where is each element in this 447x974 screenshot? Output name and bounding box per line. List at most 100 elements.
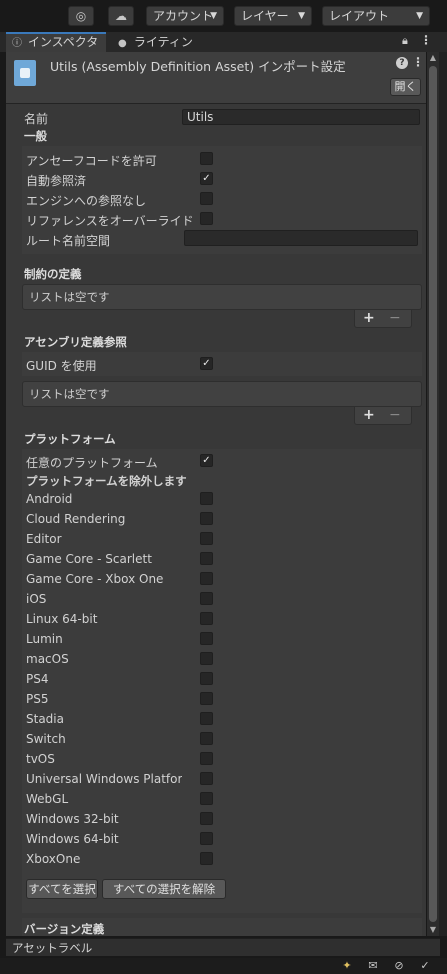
status-check-icon[interactable]: ✓ <box>418 959 432 973</box>
platform-label: tvOS <box>26 752 55 766</box>
platform-label: XboxOne <box>26 852 81 866</box>
select-all-button[interactable]: すべてを選択 <box>26 879 98 899</box>
assembly-refs-list-footer: + − <box>354 407 412 425</box>
platform-checkbox[interactable] <box>200 532 213 545</box>
platform-label: Windows 32-bit <box>26 812 119 826</box>
deselect-all-button[interactable]: すべての選択を解除 <box>102 879 226 899</box>
lightbulb-icon: ● <box>118 38 127 49</box>
platform-label: iOS <box>26 592 47 606</box>
cloud-icon[interactable]: ☁ <box>108 6 134 26</box>
open-button[interactable]: 開く <box>390 78 421 96</box>
platform-checkbox[interactable] <box>200 692 213 705</box>
tab-lighting[interactable]: ● ライティング <box>112 32 202 71</box>
assembly-refs-section-title: アセンブリ定義参照 <box>24 335 127 349</box>
scroll-thumb[interactable] <box>429 66 437 922</box>
auto-referenced-checkbox[interactable]: ✓ <box>200 172 213 185</box>
platforms-block: 任意のプラットフォーム ✓ プラットフォームを除外します Android Clo… <box>22 449 422 913</box>
status-bar: ✦ ✉ ⊘ ✓ <box>0 958 447 974</box>
root-namespace-field[interactable] <box>184 230 418 246</box>
use-guid-row: GUID を使用 ✓ <box>22 352 422 376</box>
layers-dropdown[interactable]: レイヤー ▼ <box>234 6 312 26</box>
tab-strip: ⓘ インスペクター ● ライティング 🔒︎ ⋮ <box>0 32 447 71</box>
inspector-panel: Utils (Assembly Definition Asset) インポート設… <box>6 52 426 936</box>
remove-icon[interactable]: − <box>389 310 401 326</box>
platform-label: macOS <box>26 652 69 666</box>
chevron-down-icon: ▼ <box>210 11 217 21</box>
platform-checkbox[interactable] <box>200 592 213 605</box>
add-icon[interactable]: + <box>363 310 375 326</box>
platform-checkbox[interactable] <box>200 812 213 825</box>
layout-dropdown-label: レイアウト <box>329 9 390 23</box>
chevron-down-icon: ▼ <box>416 11 423 21</box>
main-toolbar: ◎ ☁ アカウント ▼ レイヤー ▼ レイアウト ▼ <box>0 0 447 32</box>
platform-checkbox[interactable] <box>200 632 213 645</box>
more-icon[interactable]: ⋮ <box>412 55 424 69</box>
layers-dropdown-label: レイヤー <box>241 9 289 23</box>
any-platform-checkbox[interactable]: ✓ <box>200 454 213 467</box>
any-platform-label: 任意のプラットフォーム <box>26 456 158 470</box>
wand-icon[interactable]: ✦ <box>340 959 354 973</box>
inspector-scrollbar[interactable]: ▲ ▼ <box>427 52 439 936</box>
inbox-icon[interactable]: ✉ <box>366 959 380 973</box>
use-guid-label: GUID を使用 <box>26 359 97 373</box>
override-refs-label: リファレンスをオーバーライド <box>26 214 194 228</box>
account-dropdown-label: アカウント <box>153 9 214 23</box>
platform-label: Switch <box>26 732 66 746</box>
platform-checkbox[interactable] <box>200 732 213 745</box>
platform-checkbox[interactable] <box>200 772 213 785</box>
general-section-title: 一般 <box>24 129 47 143</box>
remove-icon[interactable]: − <box>389 407 401 423</box>
allow-unsafe-checkbox[interactable] <box>200 152 213 165</box>
account-dropdown[interactable]: アカウント ▼ <box>146 6 224 26</box>
platform-label: Stadia <box>26 712 64 726</box>
name-field[interactable]: Utils <box>182 109 420 125</box>
platform-checkbox[interactable] <box>200 492 213 505</box>
platform-checkbox[interactable] <box>200 832 213 845</box>
use-guid-checkbox[interactable]: ✓ <box>200 357 213 370</box>
lock-icon[interactable]: 🔒︎ <box>402 34 408 48</box>
network-icon[interactable]: ⊘ <box>392 959 406 973</box>
platform-label: WebGL <box>26 792 69 806</box>
platform-label: Editor <box>26 532 62 546</box>
help-icon[interactable]: ? <box>396 57 408 69</box>
version-defines-title: バージョン定義 <box>24 922 105 936</box>
chevron-down-icon: ▼ <box>298 11 305 21</box>
platform-checkbox[interactable] <box>200 792 213 805</box>
platform-label: PS4 <box>26 672 49 686</box>
name-label: 名前 <box>24 112 49 126</box>
assembly-refs-list: リストは空です <box>22 381 422 407</box>
platform-checkbox[interactable] <box>200 752 213 765</box>
platform-label: Universal Windows Platform <box>26 772 182 786</box>
platform-checkbox[interactable] <box>200 512 213 525</box>
platform-checkbox[interactable] <box>200 552 213 565</box>
more-icon[interactable]: ⋮ <box>420 33 432 47</box>
exclude-platforms-title: プラットフォームを除外します <box>26 474 187 488</box>
scroll-down-icon[interactable]: ▼ <box>427 924 439 936</box>
override-refs-checkbox[interactable] <box>200 212 213 225</box>
platform-checkbox[interactable] <box>200 852 213 865</box>
info-icon: ⓘ <box>12 38 22 49</box>
platform-checkbox[interactable] <box>200 672 213 685</box>
platform-label: Android <box>26 492 73 506</box>
no-engine-refs-checkbox[interactable] <box>200 192 213 205</box>
version-defines-block: バージョン定義 <box>22 918 422 936</box>
platform-label: Game Core - Scarlett <box>26 552 152 566</box>
scene-view-edge <box>439 52 447 936</box>
platform-checkbox[interactable] <box>200 712 213 725</box>
inspector-header: Utils (Assembly Definition Asset) インポート設… <box>6 52 426 104</box>
collab-icon[interactable]: ◎ <box>68 6 94 26</box>
add-icon[interactable]: + <box>363 407 375 423</box>
platform-checkbox[interactable] <box>200 652 213 665</box>
platform-checkbox[interactable] <box>200 612 213 625</box>
tab-inspector[interactable]: ⓘ インスペクター <box>6 32 106 67</box>
layout-dropdown[interactable]: レイアウト ▼ <box>322 6 430 26</box>
constraints-section-title: 制約の定義 <box>24 267 82 281</box>
constraints-list: リストは空です <box>22 284 422 310</box>
platform-checkbox[interactable] <box>200 572 213 585</box>
general-block: アンセーフコードを許可 自動参照済 ✓ エンジンへの参照なし リファレンスをオー… <box>22 146 422 254</box>
platform-label: Game Core - Xbox One <box>26 572 164 586</box>
assembly-definition-icon <box>14 60 36 86</box>
platform-label: Linux 64-bit <box>26 612 98 626</box>
asset-labels-bar[interactable]: アセットラベル <box>6 938 440 956</box>
scroll-up-icon[interactable]: ▲ <box>427 52 439 64</box>
